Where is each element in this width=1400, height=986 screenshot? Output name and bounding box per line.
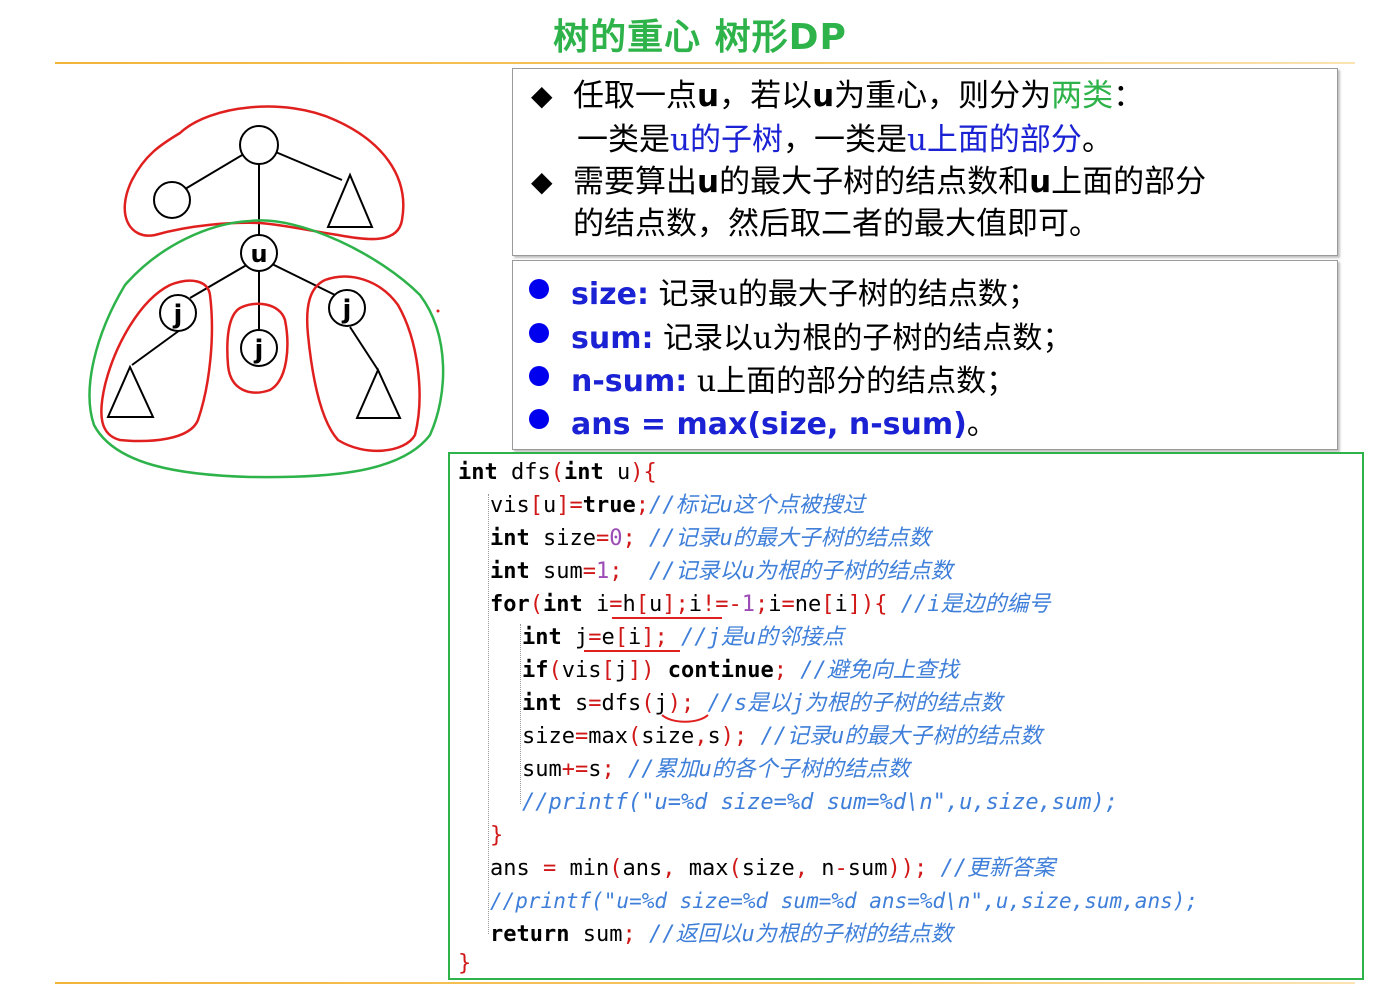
code-line: ans = min(ans, max(size, n-sum)); //更新答案 bbox=[490, 856, 1055, 881]
explanation-line-4: 的结点数，然后取二者的最大值即可。 bbox=[573, 206, 1100, 242]
tree-diagram: u j j j bbox=[88, 105, 445, 479]
edge-child1-sub bbox=[131, 329, 181, 366]
code-line: sum+=s; //累加u的各个子树的结点数 bbox=[522, 757, 910, 782]
code-block: int dfs(int u){ vis[u]=true;//标记u这个点被搜过 … bbox=[448, 452, 1364, 980]
code-line: int size=0; //记录u的最大子树的结点数 bbox=[490, 526, 931, 551]
diamond-bullet-1: ◆ bbox=[531, 79, 553, 112]
code-line: } bbox=[458, 951, 472, 976]
code-line: int j=e[i]; //j是u的邻接点 bbox=[522, 625, 844, 650]
subtree-triangle-right-top bbox=[326, 172, 374, 228]
code-line: vis[u]=true;//标记u这个点被搜过 bbox=[490, 493, 865, 518]
top-divider bbox=[55, 62, 1355, 64]
subtree-triangle-left bbox=[106, 364, 155, 418]
code-line: for(int i=h[u];i!=-1;i=ne[i]){ //i是边的编号 bbox=[490, 592, 1051, 617]
tree-node-child2-label: j bbox=[254, 335, 264, 365]
code-line: int dfs(int u){ bbox=[458, 460, 657, 485]
code-line: return sum; //返回以u为根的子树的结点数 bbox=[490, 922, 953, 947]
bullet-dot bbox=[529, 409, 549, 429]
tree-node-u-label: u bbox=[250, 240, 267, 268]
tree-node-left-leaf bbox=[153, 181, 191, 219]
stray-dot bbox=[436, 309, 440, 313]
explanation-line-3: 需要算出u的最大子树的结点数和u上面的部分 bbox=[573, 164, 1207, 200]
tree-node-root bbox=[239, 125, 279, 165]
explanation-line-1: 任取一点u，若以u为重心，则分为两类： bbox=[573, 78, 1145, 114]
code-line: //printf("u=%d size=%d sum=%d\n",u,size,… bbox=[522, 790, 1119, 815]
diamond-bullet-2: ◆ bbox=[531, 165, 553, 198]
bullet-dot bbox=[529, 323, 549, 343]
code-line: //printf("u=%d size=%d sum=%d ans=%d\n",… bbox=[490, 889, 1199, 913]
tree-node-child3-label: j bbox=[342, 295, 352, 325]
page-title: 树的重心 树形DP bbox=[553, 17, 847, 58]
underline-annotation bbox=[612, 617, 722, 619]
code-line: int sum=1; //记录以u为根的子树的结点数 bbox=[490, 559, 953, 584]
variable-sum: sum: 记录以u为根的子树的结点数； bbox=[571, 321, 1073, 356]
variable-n-sum: n-sum: u上面的部分的结点数； bbox=[571, 364, 1017, 399]
code-line: int s=dfs(j); //s是以j为根的子树的结点数 bbox=[522, 691, 1003, 716]
explanation-line-2: 一类是u的子树，一类是u上面的部分。 bbox=[577, 122, 1113, 158]
subtree-triangle-right bbox=[355, 367, 402, 419]
indent-guide bbox=[488, 494, 489, 934]
variables-box: size: 记录u的最大子树的结点数； sum: 记录以u为根的子树的结点数； … bbox=[512, 260, 1338, 450]
edge-child3-sub bbox=[349, 326, 379, 371]
code-line: if(vis[j]) continue; //避免向上查找 bbox=[522, 658, 959, 683]
edge-u-child1 bbox=[189, 262, 251, 299]
indent-guide bbox=[520, 624, 521, 804]
tree-node-child1-label: j bbox=[173, 300, 183, 330]
variable-ans: ans = max(size, n-sum)。 bbox=[571, 407, 997, 442]
underline-annotation bbox=[584, 650, 680, 652]
variable-size: size: 记录u的最大子树的结点数； bbox=[571, 277, 1038, 312]
bullet-dot bbox=[529, 279, 549, 299]
bullet-dot bbox=[529, 366, 549, 386]
code-line: } bbox=[490, 823, 504, 848]
bottom-divider bbox=[55, 982, 1355, 984]
code-line: size=max(size,s); //记录u的最大子树的结点数 bbox=[522, 724, 1043, 749]
explanation-box: ◆ 任取一点u，若以u为重心，则分为两类： 一类是u的子树，一类是u上面的部分。… bbox=[512, 68, 1338, 256]
